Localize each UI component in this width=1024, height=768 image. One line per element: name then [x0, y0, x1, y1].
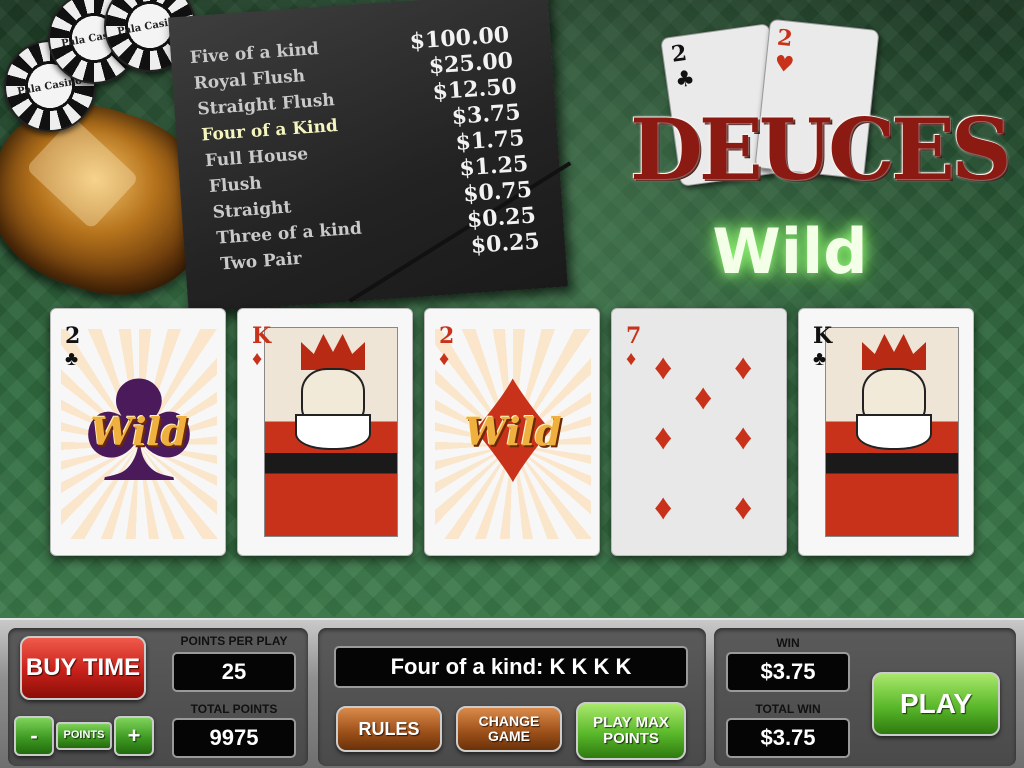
diamond-icon: ♦ — [626, 348, 637, 370]
paytable-hand: Flush — [208, 173, 263, 198]
rules-button[interactable]: RULES — [336, 706, 442, 752]
points-per-play-display: 25 — [172, 652, 296, 692]
club-icon: ♣ — [673, 65, 697, 94]
points-per-play-label: POINTS PER PLAY — [180, 634, 288, 648]
card-rank: K — [252, 323, 272, 349]
logo-subtitle: Wild — [712, 215, 868, 288]
playing-card[interactable]: K ♣ — [798, 308, 974, 556]
paytable-hand: Two Pair — [219, 248, 303, 275]
points-label: POINTS — [56, 722, 112, 750]
diamond-icon: ♦ — [654, 486, 673, 527]
wild-text: Wild — [90, 409, 188, 454]
change-game-button[interactable]: CHANGE GAME — [456, 706, 562, 752]
king-portrait — [264, 327, 398, 537]
deuces-wild-logo: 2 ♣ 2 ♥ DEUCES Wild — [630, 18, 1012, 290]
playing-card[interactable]: ♣ Wild 2 ♣ — [50, 308, 226, 556]
playing-card[interactable]: ♦ ♦ ♦ ♦ ♦ ♦ ♦ 7 ♦ — [611, 308, 787, 556]
points-increase-button[interactable]: + — [114, 716, 154, 756]
card-rank: 7 — [626, 323, 642, 349]
club-icon: ♣ — [813, 348, 827, 370]
points-label-text: POINTS — [63, 729, 105, 742]
play-max-label: PLAY MAX POINTS — [593, 714, 669, 747]
king-beard — [295, 414, 371, 450]
buy-time-label: BUY TIME — [25, 654, 141, 682]
heart-icon: ♥ — [773, 50, 796, 79]
total-win-display: $3.75 — [726, 718, 850, 758]
play-button[interactable]: PLAY — [872, 672, 1000, 736]
rules-label: RULES — [358, 718, 420, 739]
total-points-display: 9975 — [172, 718, 296, 758]
change-game-label: CHANGE GAME — [478, 713, 540, 744]
king-beard — [856, 414, 932, 450]
diamond-icon: ♦ — [734, 486, 753, 527]
diamond-icon: ♦ — [654, 416, 673, 457]
paytable-payout: $0.25 — [469, 228, 541, 259]
logo-title: DEUCES — [630, 100, 1012, 199]
diamond-icon: ♦ — [439, 348, 450, 370]
diamond-icon: ♦ — [654, 346, 673, 387]
play-max-points-button[interactable]: PLAY MAX POINTS — [576, 702, 686, 760]
diamond-icon: ♦ — [252, 348, 263, 370]
win-label: WIN — [776, 636, 800, 650]
card-rank: 2 — [65, 323, 81, 349]
win-display: $3.75 — [726, 652, 850, 692]
playing-card[interactable]: K ♦ — [237, 308, 413, 556]
paytable-hand: Straight — [212, 197, 292, 223]
plus-icon: + — [127, 723, 141, 749]
paytable-hand: Five of a kind — [189, 39, 320, 69]
total-win-label: TOTAL WIN — [755, 702, 821, 716]
king-crown — [301, 334, 365, 370]
result-message: Four of a kind: K K K K — [334, 646, 688, 688]
king-portrait — [825, 327, 959, 537]
club-icon: ♣ — [65, 348, 79, 370]
card-rank: K — [813, 323, 833, 349]
playing-card[interactable]: ♦ Wild 2 ♦ — [424, 308, 600, 556]
card-rank: 2 — [439, 323, 455, 349]
control-panel: BUY TIME - POINTS + POINTS PER PLAY 25 T… — [0, 618, 1024, 768]
total-points-label: TOTAL POINTS — [190, 702, 278, 716]
buy-time-button[interactable]: BUY TIME — [20, 636, 146, 700]
points-decrease-button[interactable]: - — [14, 716, 54, 756]
minus-icon: - — [30, 723, 38, 749]
paytable: Five of a kind $100.00 Royal Flush $25.00 St… — [187, 0, 545, 286]
diamond-icon: ♦ — [694, 376, 713, 417]
diamond-icon: ♦ — [734, 346, 753, 387]
wild-text: Wild — [464, 409, 562, 454]
king-crown — [862, 334, 926, 370]
play-label: PLAY — [899, 688, 973, 720]
logo-card-rank: 2 — [669, 39, 689, 68]
logo-card-rank: 2 — [775, 24, 794, 53]
diamond-icon: ♦ — [734, 416, 753, 457]
